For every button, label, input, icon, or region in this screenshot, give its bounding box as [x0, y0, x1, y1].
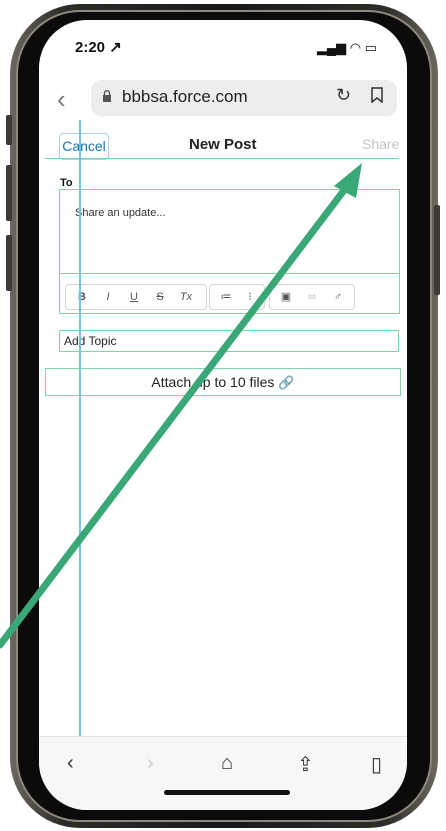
- bullet-list-button[interactable]: ≔: [215, 286, 237, 308]
- bookmark-icon[interactable]: [371, 87, 383, 103]
- volume-up-button: [6, 165, 12, 221]
- share-button[interactable]: Share: [362, 136, 399, 152]
- home-icon[interactable]: ⌂: [221, 752, 233, 775]
- power-button: [434, 205, 440, 295]
- header-divider: [45, 158, 399, 159]
- editor-placeholder[interactable]: Share an update...: [75, 207, 166, 219]
- mute-switch: [6, 115, 12, 145]
- number-list-button[interactable]: ⁝: [239, 286, 261, 308]
- italic-button[interactable]: I: [97, 286, 119, 308]
- strikethrough-button[interactable]: S: [149, 286, 171, 308]
- clear-format-button[interactable]: Tx: [175, 286, 197, 308]
- phone-screen: 2:20 ↗ ▂▄▆ ◠ ▭ ‹ bbbsa.force.com ↻ Cance…: [39, 20, 407, 810]
- attach-label: Attach up to 10 files: [151, 374, 275, 390]
- cancel-button[interactable]: Cancel: [59, 133, 109, 160]
- home-indicator: [164, 790, 290, 795]
- paperclip-icon: 🔗: [278, 375, 295, 390]
- page-edge: [79, 120, 81, 740]
- status-time: 2:20 ↗: [75, 39, 122, 56]
- back-icon[interactable]: ‹: [67, 752, 74, 775]
- share-icon[interactable]: ⇪: [297, 752, 314, 777]
- underline-button[interactable]: U: [123, 286, 145, 308]
- to-label: To: [60, 177, 73, 189]
- status-bar: 2:20 ↗ ▂▄▆ ◠ ▭: [39, 20, 407, 60]
- toolbar-divider: [59, 273, 400, 274]
- tabs-icon[interactable]: ▯: [371, 752, 382, 777]
- lock-icon: [103, 90, 111, 102]
- chevron-left-icon[interactable]: ‹: [57, 84, 66, 115]
- url-text[interactable]: bbbsa.force.com: [122, 87, 248, 107]
- page-title: New Post: [189, 136, 257, 153]
- status-icons: ▂▄▆ ◠ ▭: [316, 40, 377, 55]
- attach-files-button[interactable]: Attach up to 10 files 🔗: [45, 368, 401, 396]
- bold-button[interactable]: B: [71, 286, 93, 308]
- reload-icon[interactable]: ↻: [336, 85, 351, 106]
- volume-down-button: [6, 235, 12, 291]
- image-button[interactable]: ▣: [275, 286, 297, 308]
- mention-button[interactable]: ♂: [327, 286, 349, 308]
- link-button[interactable]: ∞: [301, 286, 323, 308]
- add-topic-input[interactable]: Add Topic: [59, 330, 399, 352]
- forward-icon[interactable]: ›: [147, 752, 154, 775]
